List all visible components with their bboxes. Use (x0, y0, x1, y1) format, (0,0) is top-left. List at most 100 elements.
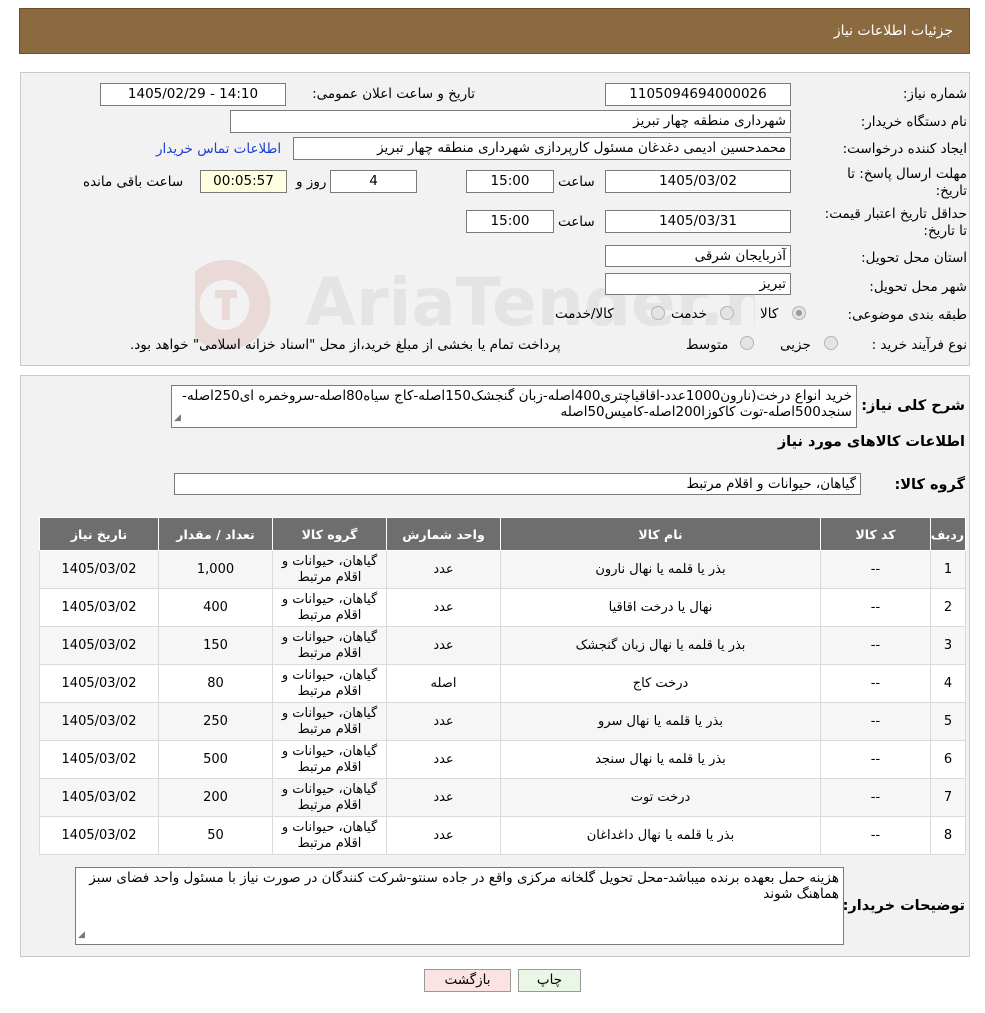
category-service-radio[interactable] (720, 306, 734, 320)
cell-quantity: 150 (158, 626, 273, 665)
cell-item-name: بذر یا قلمه یا نهال نارون (500, 550, 821, 589)
announce-label: تاریخ و ساعت اعلان عمومی: (312, 86, 475, 102)
cell-quantity: 80 (158, 664, 273, 703)
days-label: روز و (296, 174, 327, 190)
deadline-date-field: 1405/03/02 (605, 170, 791, 193)
cell-item-code: -- (820, 740, 931, 779)
cell-unit: عدد (386, 550, 501, 589)
cell-row-number: 2 (930, 588, 966, 627)
cell-item-name: بذر یا قلمه یا نهال داغداغان (500, 816, 821, 855)
cell-item-name: بذر یا قلمه یا نهال سنجد (500, 740, 821, 779)
cell-row-number: 7 (930, 778, 966, 817)
cell-item-code: -- (820, 702, 931, 741)
cell-item-code: -- (820, 588, 931, 627)
buyer-notes-text: هزینه حمل بعهده برنده میباشد-محل تحویل گ… (89, 870, 839, 902)
description-label: شرح کلی نیاز: (861, 398, 965, 414)
buyer-org-field: شهرداری منطقه چهار تبریز (230, 110, 791, 133)
column-header: تاریخ نیاز (39, 517, 159, 551)
cell-item-group: گیاهان، حیوانات و اقلام مرتبط (272, 588, 387, 627)
process-note: پرداخت تمام یا بخشی از مبلغ خرید،از محل … (130, 337, 561, 353)
buyer-org-label: نام دستگاه خریدار: (860, 114, 967, 130)
cell-row-number: 4 (930, 664, 966, 703)
table-row: 2 -- نهال یا درخت اقاقیا عدد گیاهان، حیوانات… (39, 588, 966, 627)
validity-label: حداقل تاریخ اعتبار قیمت: تا تاریخ: (824, 206, 967, 239)
goods-table: ردیف کد کالا نام کالا واحد شمارش گروه کا… (39, 517, 966, 855)
process-label: نوع فرآیند خرید : (871, 337, 967, 353)
province-field: آذربایجان شرقی (605, 245, 791, 267)
table-row: 5 -- بذر یا قلمه یا نهال سرو عدد گیاهان، حیو… (39, 702, 966, 741)
description-text: خرید انواع درخت(نارون1000عدد-اقاقیاچتری4… (182, 388, 852, 420)
cell-item-group: گیاهان، حیوانات و اقلام مرتبط (272, 702, 387, 741)
process-minor-radio[interactable] (824, 336, 838, 350)
back-button[interactable]: بازگشت (424, 969, 511, 992)
table-row: 6 -- بذر یا قلمه یا نهال سنجد عدد گیاهان، حی… (39, 740, 966, 779)
validity-time-label: ساعت (558, 214, 595, 230)
validity-time-field: 15:00 (466, 210, 554, 233)
deadline-time-label: ساعت (558, 174, 595, 190)
cell-item-group: گیاهان، حیوانات و اقلام مرتبط (272, 664, 387, 703)
category-service-label: خدمت (671, 306, 707, 322)
city-field: تبریز (605, 273, 791, 295)
cell-quantity: 200 (158, 778, 273, 817)
resize-grip-icon[interactable]: ◢ (78, 927, 85, 943)
cell-row-number: 8 (930, 816, 966, 855)
cell-item-name: درخت کاج (500, 664, 821, 703)
days-remaining-field: 4 (330, 170, 417, 193)
cell-item-code: -- (820, 816, 931, 855)
cell-need-date: 1405/03/02 (39, 778, 159, 817)
cell-row-number: 3 (930, 626, 966, 665)
cell-item-name: بذر یا قلمه یا نهال سرو (500, 702, 821, 741)
table-row: 1 -- بذر یا قلمه یا نهال نارون عدد گیاهان، ح… (39, 550, 966, 589)
cell-item-group: گیاهان، حیوانات و اقلام مرتبط (272, 816, 387, 855)
cell-item-code: -- (820, 664, 931, 703)
buyer-contact-link[interactable]: اطلاعات تماس خریدار (156, 141, 281, 157)
column-header: واحد شمارش (386, 517, 501, 551)
cell-quantity: 400 (158, 588, 273, 627)
column-header: ردیف (930, 517, 966, 551)
category-goods-radio[interactable] (792, 306, 806, 320)
cell-quantity: 50 (158, 816, 273, 855)
cell-row-number: 5 (930, 702, 966, 741)
city-label: شهر محل تحویل: (869, 279, 967, 295)
resize-grip-icon[interactable]: ◢ (174, 410, 181, 426)
column-header: نام کالا (500, 517, 821, 551)
table-row: 3 -- بذر یا قلمه یا نهال زبان گنجشک عدد گیاه… (39, 626, 966, 665)
goods-table-body: 1 -- بذر یا قلمه یا نهال نارون عدد گیاهان، ح… (39, 550, 966, 855)
cell-need-date: 1405/03/02 (39, 664, 159, 703)
page-title: جزئیات اطلاعات نیاز (833, 23, 953, 39)
buyer-notes-textarea: هزینه حمل بعهده برنده میباشد-محل تحویل گ… (75, 867, 844, 945)
process-medium-label: متوسط (686, 337, 729, 353)
cell-need-date: 1405/03/02 (39, 626, 159, 665)
cell-need-date: 1405/03/02 (39, 550, 159, 589)
print-button[interactable]: چاپ (518, 969, 581, 992)
category-goods-service-label: کالا/خدمت (555, 306, 614, 322)
cell-item-code: -- (820, 550, 931, 589)
cell-need-date: 1405/03/02 (39, 816, 159, 855)
cell-unit: عدد (386, 816, 501, 855)
cell-item-code: -- (820, 626, 931, 665)
province-label: استان محل تحویل: (861, 250, 967, 266)
process-medium-radio[interactable] (740, 336, 754, 350)
buyer-notes-label: توضیحات خریدار: (842, 898, 965, 914)
category-label: طبقه بندی موضوعی: (847, 307, 967, 323)
cell-item-group: گیاهان، حیوانات و اقلام مرتبط (272, 550, 387, 589)
column-header: کد کالا (820, 517, 931, 551)
cell-item-name: بذر یا قلمه یا نهال زبان گنجشک (500, 626, 821, 665)
cell-row-number: 1 (930, 550, 966, 589)
cell-item-group: گیاهان، حیوانات و اقلام مرتبط (272, 740, 387, 779)
cell-quantity: 1,000 (158, 550, 273, 589)
cell-unit: عدد (386, 588, 501, 627)
deadline-label: مهلت ارسال پاسخ: تا تاریخ: (847, 166, 967, 199)
remaining-time-field: 00:05:57 (200, 170, 287, 193)
cell-quantity: 500 (158, 740, 273, 779)
cell-need-date: 1405/03/02 (39, 740, 159, 779)
cell-quantity: 250 (158, 702, 273, 741)
requester-field: محمدحسین ادیمی دغدغان مسئول کارپردازی شه… (293, 137, 791, 160)
category-goods-service-radio[interactable] (651, 306, 665, 320)
table-row: 7 -- درخت توت عدد گیاهان، حیوانات و اقلام مر… (39, 778, 966, 817)
category-goods-label: کالا (760, 306, 779, 322)
cell-item-group: گیاهان، حیوانات و اقلام مرتبط (272, 778, 387, 817)
remaining-time-label: ساعت باقی مانده (83, 174, 184, 190)
cell-unit: عدد (386, 702, 501, 741)
table-row: 8 -- بذر یا قلمه یا نهال داغداغان عدد گیاهان… (39, 816, 966, 855)
